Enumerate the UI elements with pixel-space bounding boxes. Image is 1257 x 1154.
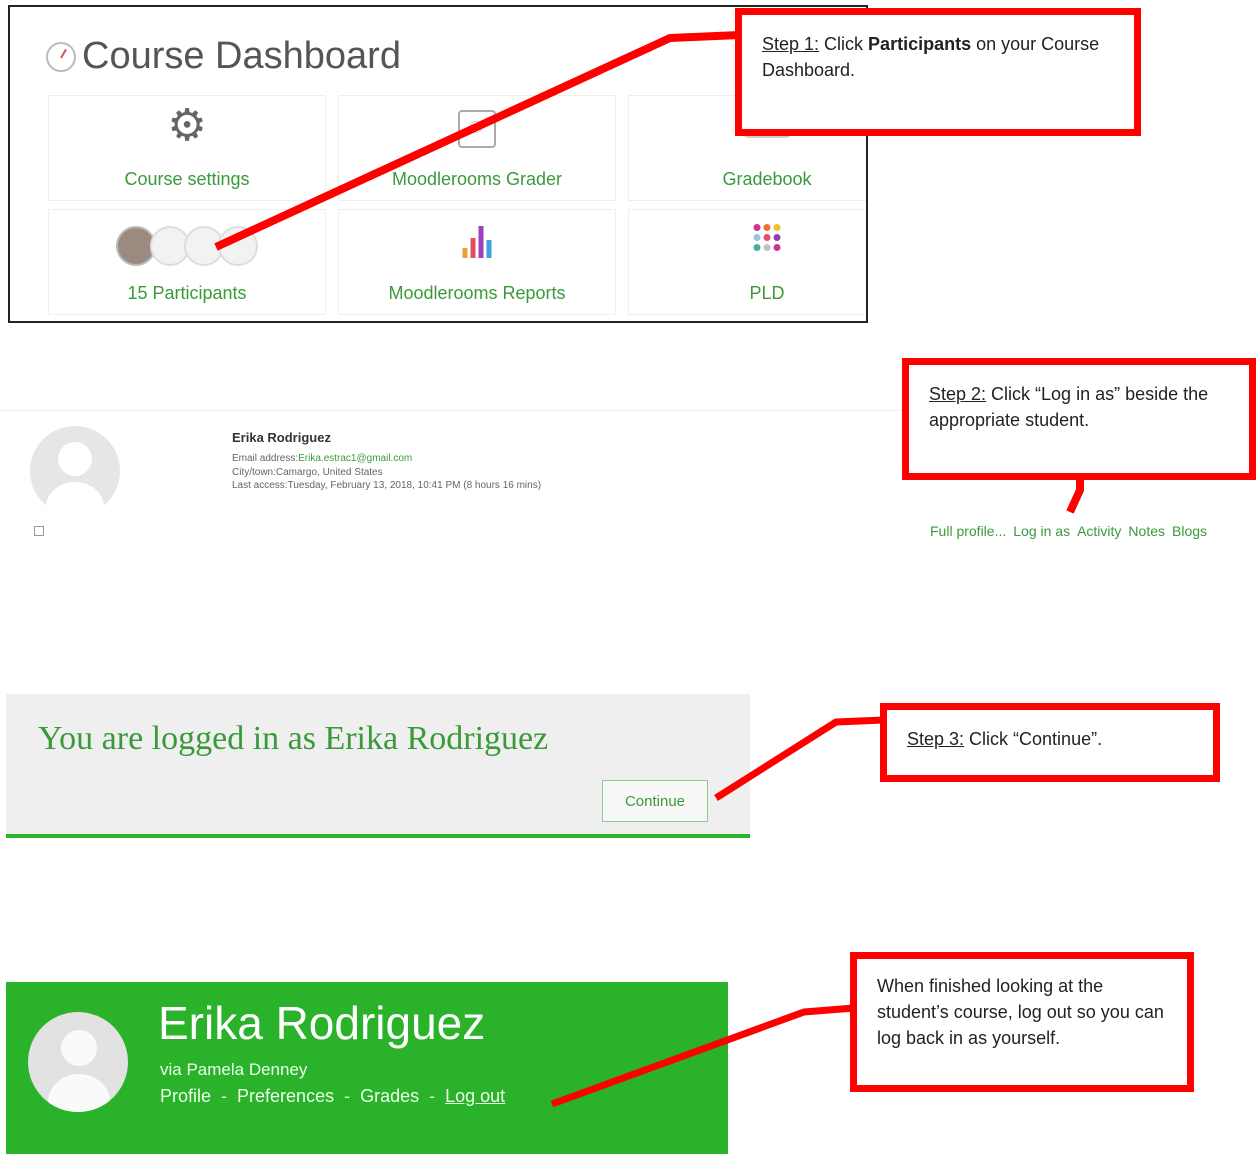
- step1-bold: Participants: [868, 34, 972, 54]
- callout-step-4: When finished looking at the student’s c…: [850, 952, 1194, 1092]
- callout-step-3: Step 3: Click “Continue”.: [880, 703, 1220, 782]
- step2-tag: Step 2:: [929, 384, 987, 404]
- step1-pre: Click: [819, 34, 869, 54]
- step3-text: Click “Continue”.: [964, 729, 1103, 749]
- step4-arrow-line: [550, 1004, 855, 1108]
- step4-text: When finished looking at the student’s c…: [877, 976, 1164, 1049]
- step1-tag: Step 1:: [762, 34, 820, 54]
- step3-tag: Step 3:: [907, 729, 965, 749]
- step2-arrow-line: [1066, 476, 1084, 514]
- callout-step-2: Step 2: Click “Log in as” beside the app…: [902, 358, 1256, 480]
- step1-arrow-line: [214, 31, 741, 251]
- callout-step-1: Step 1: Click Participants on your Cours…: [735, 8, 1141, 136]
- step3-arrow-line: [714, 716, 885, 801]
